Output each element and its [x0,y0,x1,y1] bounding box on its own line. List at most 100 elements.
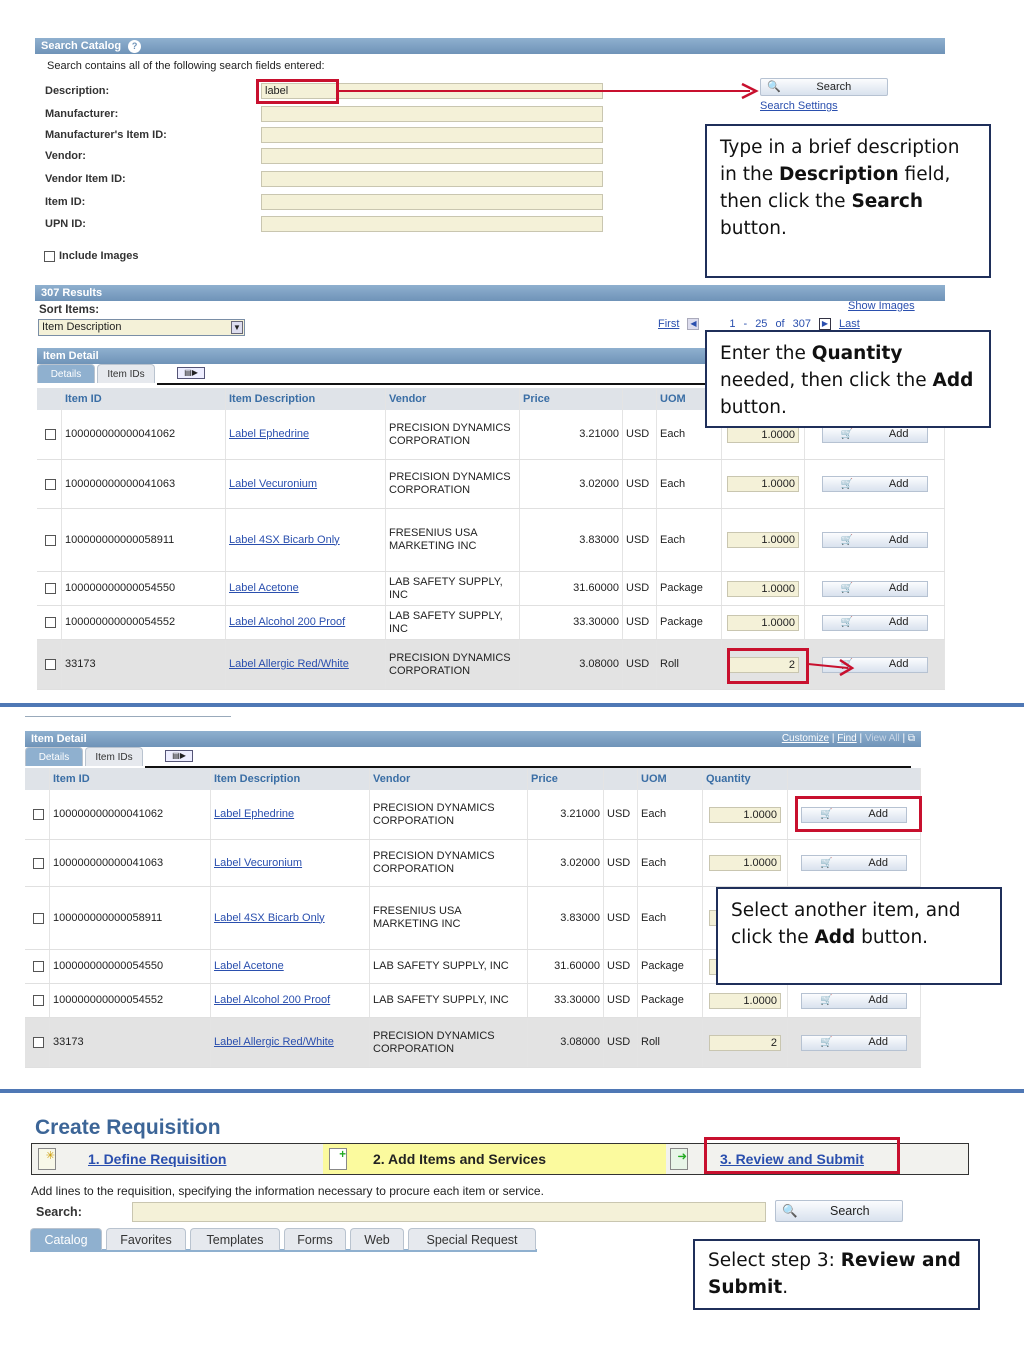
item-description-link[interactable]: Label 4SX Bicarb Only [214,912,325,925]
tab-special-request[interactable]: Special Request [408,1228,536,1250]
quantity-input[interactable]: 1.0000 [709,855,781,871]
item-description-link[interactable]: Label Alcohol 200 Proof [229,616,345,629]
field-label: Description: [45,85,110,97]
tab-forms[interactable]: Forms [284,1228,346,1250]
requisition-search-button[interactable]: 🔍 Search [775,1200,903,1222]
row-checkbox[interactable] [33,995,44,1006]
row-checkbox[interactable] [45,534,56,546]
add-button[interactable]: 🛒 Add [821,426,928,443]
add-button[interactable]: 🛒 Add [821,580,928,597]
column-header[interactable]: UOM [638,768,703,790]
search-field-input[interactable] [261,216,603,232]
column-header[interactable]: Item ID [62,388,226,410]
column-header[interactable]: Item Description [226,388,386,410]
row-checkbox[interactable] [45,659,56,670]
customize-link[interactable]: Customize [782,733,829,744]
column-header[interactable]: Vendor [386,388,520,410]
search-button[interactable]: 🔍 Search [760,78,888,96]
column-header[interactable]: Quantity [703,768,788,790]
item-description-link[interactable]: Label Allergic Red/White [229,658,349,671]
row-checkbox[interactable] [33,809,44,820]
cart-icon: 🛒 [840,478,853,490]
column-header[interactable]: Item Description [211,768,370,790]
row-checkbox[interactable] [33,857,44,869]
cart-icon: 🛒 [840,534,853,546]
quantity-input[interactable]: 1.0000 [709,992,781,1009]
first-link[interactable]: First [658,318,679,330]
row-checkbox[interactable] [45,617,56,628]
tab-favorites[interactable]: Favorites [106,1228,186,1250]
tab-item-ids[interactable]: Item IDs [97,364,155,383]
help-icon[interactable]: ? [128,40,142,53]
add-button[interactable]: 🛒 Add [821,532,928,548]
item-description-link[interactable]: Label Alcohol 200 Proof [214,994,330,1007]
search-settings-link[interactable]: Search Settings [760,100,838,112]
search-field-input[interactable] [261,106,603,122]
column-header[interactable] [25,768,50,790]
tab-item-ids[interactable]: Item IDs [85,747,143,766]
item-description-link[interactable]: Label 4SX Bicarb Only [229,534,340,547]
row-checkbox[interactable] [45,429,56,440]
show-all-columns-icon[interactable]: ▤▶ [165,750,193,762]
item-description-link[interactable]: Label Acetone [229,582,299,595]
sort-items-label: Sort Items: [39,304,100,316]
search-field-input[interactable] [261,127,603,143]
column-header[interactable] [37,388,62,410]
step-1[interactable]: ✳ 1. Define Requisition [32,1144,322,1174]
tab-web[interactable]: Web [350,1228,404,1250]
item-id-cell: 100000000000054552 [50,984,211,1017]
last-link[interactable]: Last [839,318,860,330]
add-button[interactable]: 🛒 Add [801,992,907,1009]
show-all-columns-icon[interactable]: ▤▶ [177,367,205,379]
requisition-search-input[interactable] [132,1202,766,1222]
item-description-link[interactable]: Label Vecuronium [214,857,302,870]
add-button[interactable]: 🛒 Add [821,614,928,631]
row-checkbox[interactable] [45,583,56,594]
include-images-checkbox[interactable]: Include Images [44,250,138,262]
column-header[interactable] [788,768,921,790]
tab-templates[interactable]: Templates [190,1228,280,1250]
quantity-input[interactable]: 1.0000 [727,476,799,492]
column-header[interactable] [623,388,657,410]
column-header[interactable]: Vendor [370,768,528,790]
prev-page-icon[interactable]: ◀ [687,318,700,330]
search-field-input[interactable] [261,148,603,164]
item-detail-title: Item Detail [43,350,99,362]
column-header[interactable] [604,768,638,790]
add-button[interactable]: 🛒 Add [801,855,907,871]
item-description-link[interactable]: Label Ephedrine [229,428,309,441]
quantity-input[interactable]: 2 [709,1034,781,1051]
row-checkbox[interactable] [33,912,44,924]
uom: Each [660,428,686,440]
quantity-input[interactable]: 1.0000 [727,532,799,548]
row-checkbox[interactable] [33,1037,44,1048]
quantity-input[interactable]: 1.0000 [727,580,799,597]
add-button-cell: 🛒 Add [788,1018,921,1067]
quantity-input[interactable]: 1.0000 [727,426,799,443]
row-checkbox[interactable] [33,961,44,972]
tab-details[interactable]: Details [25,747,83,766]
requisition-instruction: Add lines to the requisition, specifying… [31,1184,544,1198]
add-button[interactable]: 🛒 Add [801,1034,907,1051]
tab-details[interactable]: Details [37,364,95,383]
column-header[interactable]: Price [528,768,604,790]
row-checkbox[interactable] [45,478,56,490]
search-field-input[interactable] [261,194,603,210]
new-window-icon[interactable]: ⧉ [905,733,915,744]
item-description-link[interactable]: Label Vecuronium [229,478,317,491]
next-page-icon[interactable]: ▶ [818,318,831,330]
search-field-input[interactable] [261,171,603,187]
tab-catalog[interactable]: Catalog [30,1228,102,1250]
quantity-input[interactable]: 1.0000 [709,806,781,823]
column-header[interactable]: Price [520,388,623,410]
item-description-link[interactable]: Label Acetone [214,960,284,973]
item-id-cell: 33173 [50,1018,211,1067]
column-header[interactable]: Item ID [50,768,211,790]
item-description-link[interactable]: Label Ephedrine [214,808,294,821]
find-link[interactable]: Find [837,733,856,744]
show-images-link[interactable]: Show Images [848,300,915,312]
add-button[interactable]: 🛒 Add [821,476,928,492]
item-description-link[interactable]: Label Allergic Red/White [214,1036,334,1049]
sort-items-select[interactable]: Item Description ▼ [38,319,245,336]
quantity-input[interactable]: 1.0000 [727,614,799,631]
